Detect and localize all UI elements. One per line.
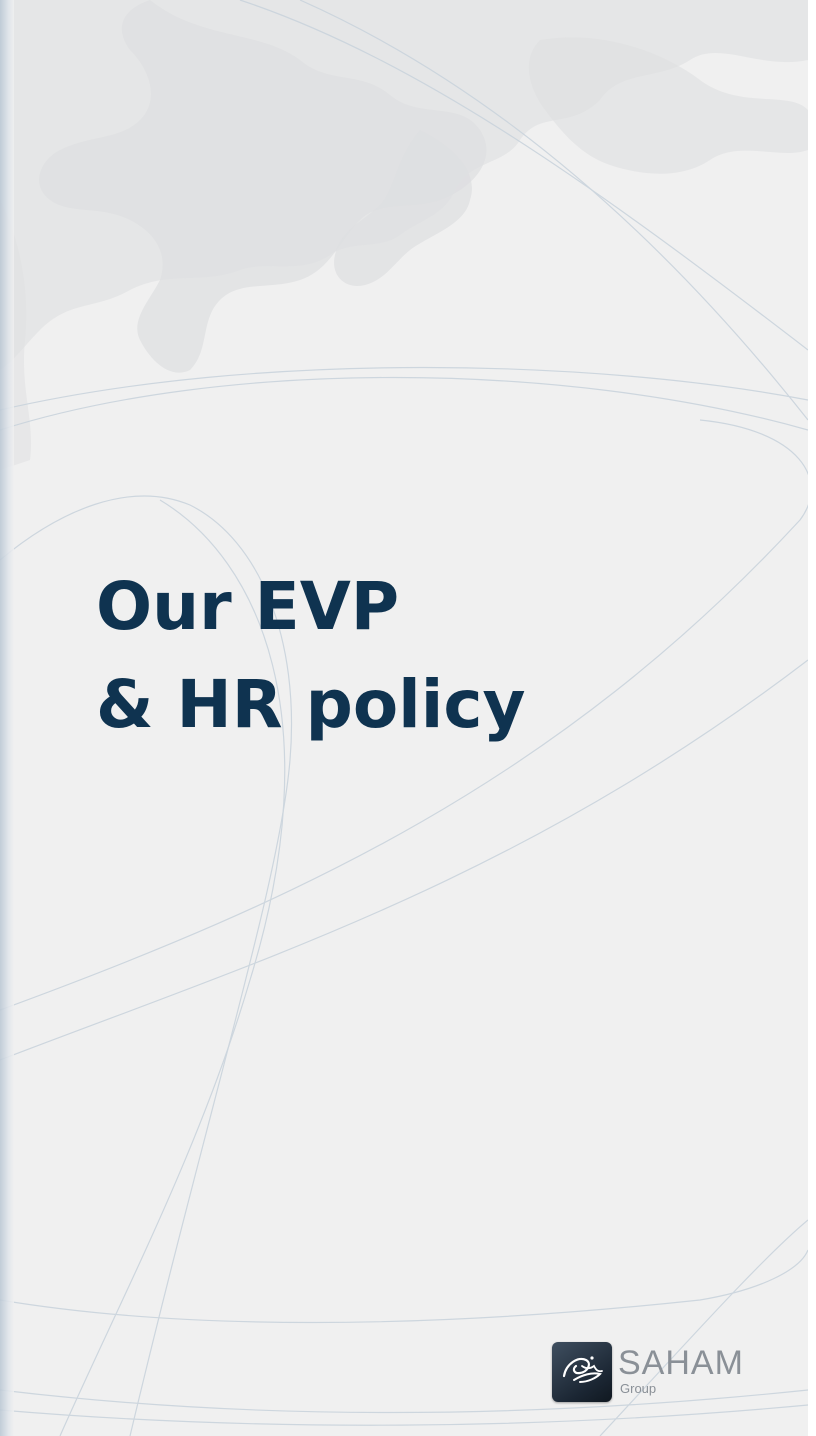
saham-logo-icon [552,1342,612,1402]
title-line-2: & HR policy [96,666,526,743]
calligraphy-emblem-icon [562,1356,603,1383]
logo-subtitle: Group [620,1381,657,1396]
left-edge-shade [0,0,14,1436]
saham-group-logo: SAHAM Group [552,1342,772,1404]
slide-title: Our EVP & HR policy [96,558,526,754]
logo-wordmark: SAHAM [618,1344,744,1382]
slide-page: Our EVP & HR policy SAHAM Group [0,0,808,1436]
tree-silhouette [0,0,808,470]
title-line-1: Our EVP [96,568,400,645]
